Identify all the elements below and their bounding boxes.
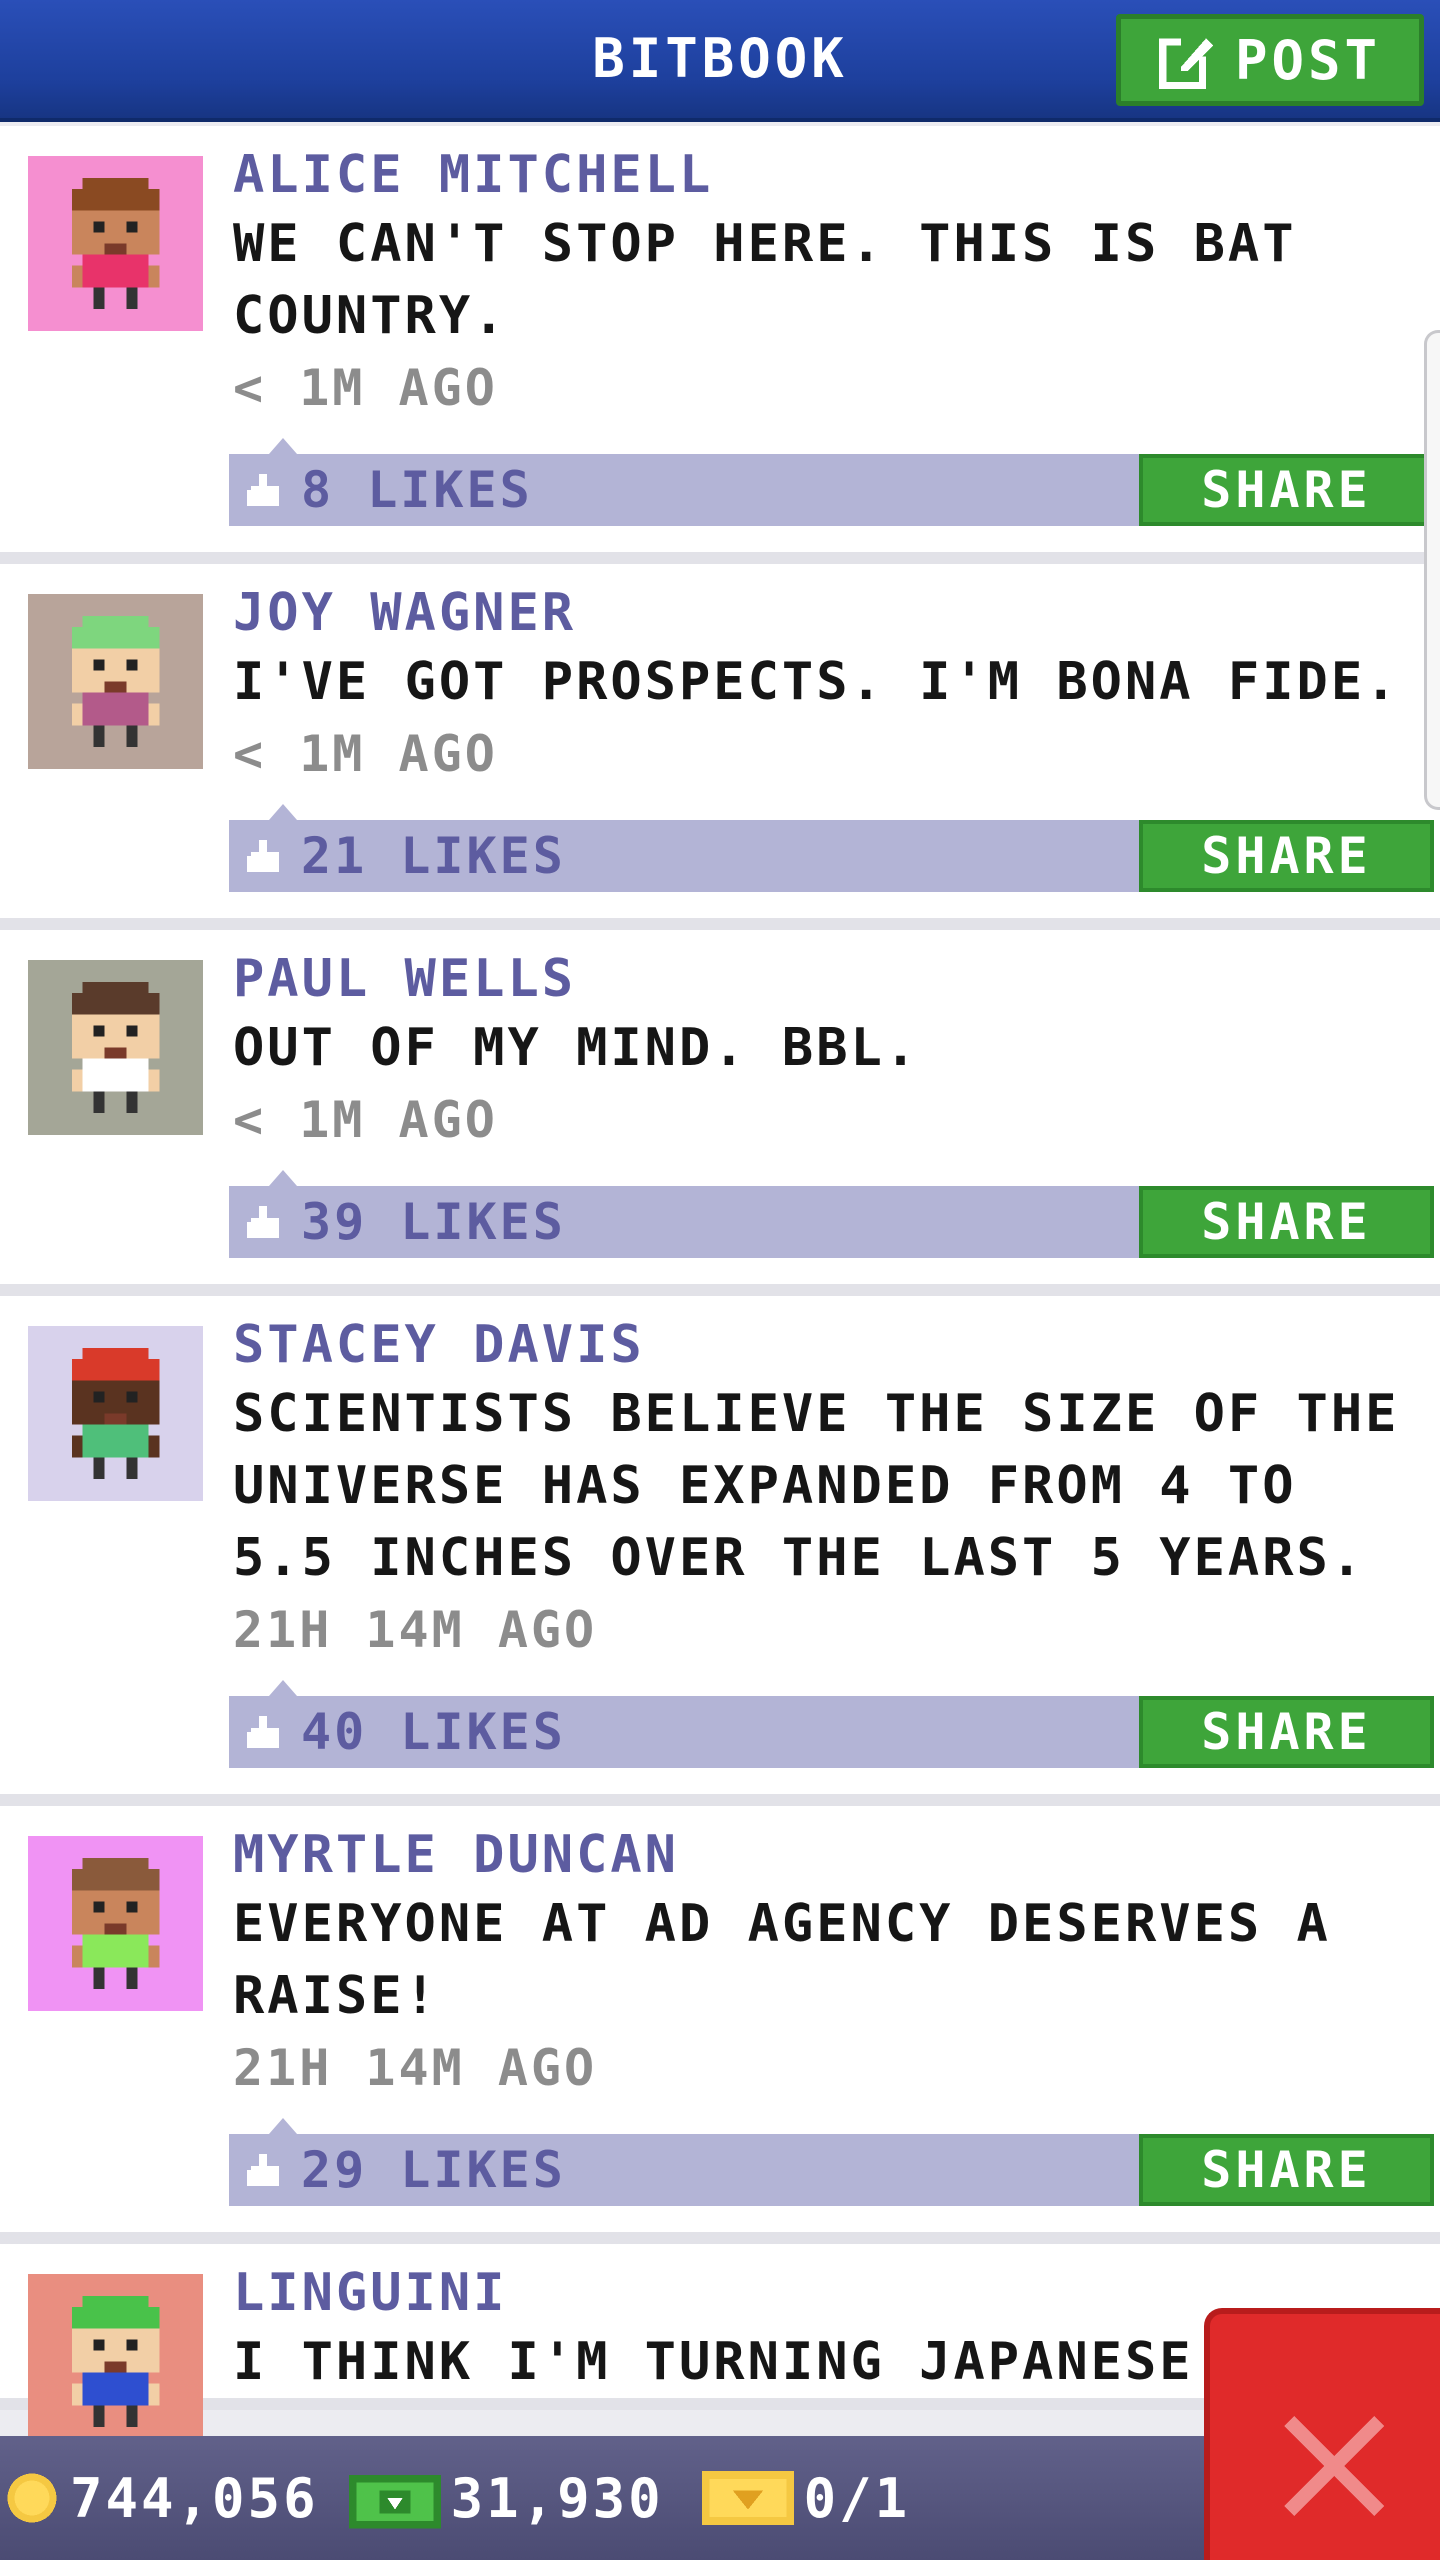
thumbs-up-icon[interactable] [243,836,283,876]
like-bar: 40 LIKES SHARE [229,1680,1434,1768]
like-bar: 29 LIKES SHARE [229,2118,1434,2206]
share-button[interactable]: SHARE [1139,1696,1434,1768]
share-button[interactable]: SHARE [1139,454,1434,526]
post-author[interactable]: ALICE MITCHELL [233,144,1420,206]
avatar[interactable] [28,1836,203,2011]
close-icon [1284,2416,1384,2516]
likes-count: 40 LIKES [301,1703,566,1761]
post-button[interactable]: POST [1116,14,1424,106]
coins-stat: 744,056 [4,2467,319,2530]
edit-icon [1158,34,1214,89]
feed-post: STACEY DAVIS SCIENTISTS BELIEVE THE SIZE … [0,1296,1440,1806]
share-button[interactable]: SHARE [1139,2134,1434,2206]
feed-post: JOY WAGNER I'VE GOT PROSPECTS. I'M BONA F… [0,564,1440,930]
ticket-icon [701,2471,794,2525]
feed-list: ALICE MITCHELL WE CAN'T STOP HERE. THIS I… [0,126,1440,2449]
coin-icon [7,2473,57,2523]
post-timestamp: 21H 14M AGO [233,2039,598,2097]
avatar[interactable] [28,1326,203,1501]
post-body: PAUL WELLS OUT OF MY MIND. BBL. < 1M AGO 39… [229,930,1440,1258]
post-timestamp: 21H 14M AGO [233,1601,598,1659]
share-button[interactable]: SHARE [1139,820,1434,892]
likes-count: 21 LIKES [301,827,566,885]
coins-value: 744,056 [70,2466,319,2530]
bux-stat: 31,930 [348,2466,664,2530]
avatar[interactable] [28,960,203,1135]
bux-icon [348,2475,441,2529]
avatar[interactable] [28,594,203,769]
like-bar: 21 LIKES SHARE [229,804,1434,892]
post-author[interactable]: JOY WAGNER [233,582,1420,644]
close-button[interactable] [1204,2308,1440,2560]
post-message: WE CAN'T STOP HERE. THIS IS BAT COUNTRY. [233,214,1297,346]
scroll-handle[interactable] [1424,330,1440,810]
post-author[interactable]: PAUL WELLS [233,948,1420,1010]
post-message: EVERYONE AT AD AGENCY DESERVES A RAISE! [233,1894,1331,2026]
thumbs-up-icon[interactable] [243,1202,283,1242]
post-body: JOY WAGNER I'VE GOT PROSPECTS. I'M BONA F… [229,564,1440,892]
post-author[interactable]: STACEY DAVIS [233,1314,1420,1376]
likes-count: 39 LIKES [301,1193,566,1251]
avatar[interactable] [28,2274,203,2449]
post-timestamp: < 1M AGO [233,1091,498,1149]
post-body: ALICE MITCHELL WE CAN'T STOP HERE. THIS I… [229,126,1440,526]
post-body: MYRTLE DUNCAN EVERYONE AT AD AGENCY DESER… [229,1806,1440,2206]
thumbs-up-icon[interactable] [243,2150,283,2190]
post-message: I'VE GOT PROSPECTS. I'M BONA FIDE. [233,652,1400,712]
post-body: STACEY DAVIS SCIENTISTS BELIEVE THE SIZE … [229,1296,1440,1768]
tickets-value: 0/1 [803,2466,911,2530]
post-message: SCIENTISTS BELIEVE THE SIZE OF THE UNIVE… [233,1384,1400,1588]
like-bar: 39 LIKES SHARE [229,1170,1434,1258]
thumbs-up-icon[interactable] [243,1712,283,1752]
post-timestamp: < 1M AGO [233,359,498,417]
likes-count: 29 LIKES [301,2141,566,2199]
feed-post: MYRTLE DUNCAN EVERYONE AT AD AGENCY DESER… [0,1806,1440,2244]
post-message: OUT OF MY MIND. BBL. [233,1018,920,1078]
post-author[interactable]: MYRTLE DUNCAN [233,1824,1420,1886]
post-button-label: POST [1234,28,1382,92]
feed-post: ALICE MITCHELL WE CAN'T STOP HERE. THIS I… [0,126,1440,564]
share-button[interactable]: SHARE [1139,1186,1434,1258]
like-bar: 8 LIKES SHARE [229,438,1434,526]
feed-post: PAUL WELLS OUT OF MY MIND. BBL. < 1M AGO 39… [0,930,1440,1296]
likes-count: 8 LIKES [301,461,533,519]
header-bar: BITBOOK POST [0,0,1440,122]
tickets-stat: 0/1 [701,2466,911,2530]
avatar[interactable] [28,156,203,331]
bux-value: 31,930 [450,2466,664,2530]
post-timestamp: < 1M AGO [233,725,498,783]
app-root: BITBOOK POST ALICE MITCHELL WE CAN'T STOP… [0,0,1440,2560]
thumbs-up-icon[interactable] [243,470,283,510]
